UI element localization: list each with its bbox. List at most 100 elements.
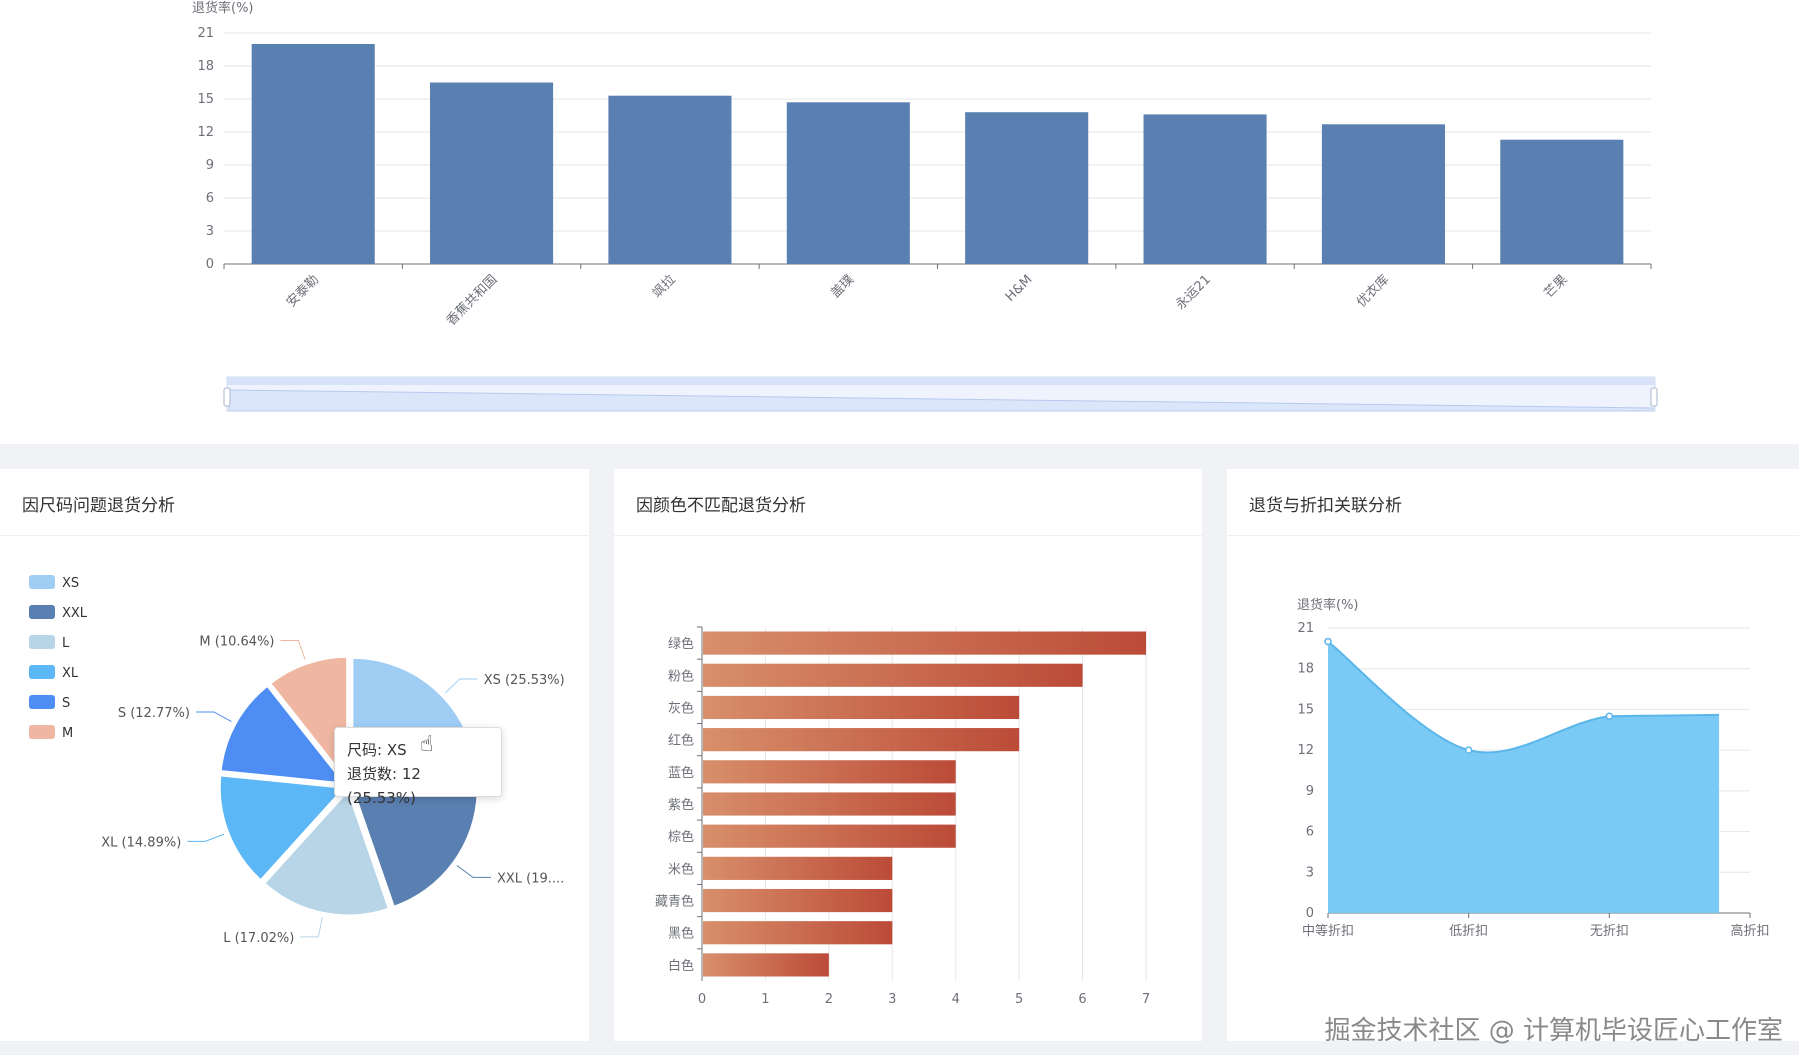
- y-tick-label: 3: [206, 224, 214, 239]
- pie-label-line: [444, 678, 478, 694]
- x-tick-label: 低折扣: [1449, 924, 1488, 939]
- x-tick-label: 4: [952, 992, 960, 1007]
- y-tick-label: 15: [197, 92, 214, 107]
- area-point-1: [1464, 746, 1473, 754]
- y-tick-label: 18: [1297, 662, 1314, 677]
- area-y-axis-label: 退货率(%): [1297, 597, 1359, 613]
- y-tick-label: 黑色: [668, 926, 694, 942]
- x-tick-label: 香蕉共和国: [444, 272, 501, 329]
- card-divider: [614, 535, 1202, 536]
- x-tick-label: 7: [1142, 992, 1150, 1007]
- legend-label: S: [62, 696, 70, 711]
- tooltip-line-size: 尺码: XS: [347, 741, 407, 759]
- y-tick-label: 藏青色: [655, 894, 694, 910]
- hbar-7: [703, 856, 893, 880]
- legend-label: L: [62, 636, 70, 651]
- y-tick-label: 蓝色: [668, 765, 694, 781]
- x-tick-label: 飒拉: [650, 272, 679, 301]
- y-tick-label: 白色: [668, 958, 694, 974]
- y-tick-label: 9: [1306, 784, 1314, 799]
- return-rate-bar-chart: 退货率(%) 安泰勒 香蕉共和国 飒拉 盖璞 H&M 永运21 优衣库 芒果 0 3 6 9 12 15…: [192, 0, 1658, 412]
- legend-label: M: [62, 726, 73, 741]
- x-tick-label: 1: [761, 992, 769, 1007]
- hbar-8: [703, 888, 893, 913]
- y-tick-label: 9: [206, 158, 214, 173]
- legend-swatch-m: [29, 725, 55, 739]
- pie-label: M (10.64%): [199, 635, 274, 650]
- watermark: 掘金技术社区 @ 计算机毕设匠心工作室: [1324, 1016, 1783, 1046]
- bar-3: [786, 102, 910, 264]
- hbar-1: [703, 663, 1083, 687]
- y-axis-label: 退货率(%): [192, 0, 254, 16]
- bar-2: [608, 95, 732, 264]
- y-tick-label: 粉色: [668, 668, 694, 684]
- discount-card-title: 退货与折扣关联分析: [1249, 496, 1402, 516]
- y-tick-label: 12: [197, 125, 214, 140]
- area-fill: [1328, 641, 1720, 913]
- tooltip-line-count: 退货数: 12 (25.53%): [347, 765, 421, 807]
- color-card-title: 因颜色不匹配退货分析: [636, 496, 806, 516]
- y-tick-label: 灰色: [668, 700, 694, 716]
- legend-swatch-xxl: [29, 605, 55, 619]
- data-zoom-right-handle[interactable]: [1650, 387, 1658, 407]
- hbar-6: [703, 824, 956, 848]
- bar-4: [965, 112, 1089, 264]
- color-hbar-chart: 绿色粉色灰色红色蓝色紫色棕色米色藏青色黑色白色 0 1 2 3 4 5 6 7: [655, 626, 1150, 1007]
- pie-label: L (17.02%): [223, 931, 294, 946]
- y-tick-label: 21: [197, 26, 214, 41]
- x-tick-label: 5: [1015, 992, 1023, 1007]
- discount-area-chart: 退货率(%) 0 3 6 9 12 15 18 21 中等折扣 低折扣 无折扣 高折扣: [1297, 597, 1770, 939]
- y-tick-label: 12: [1297, 743, 1314, 758]
- bar-7: [1500, 139, 1624, 264]
- pie-label-line: [300, 917, 323, 938]
- x-tick-label: 安泰勒: [284, 272, 322, 310]
- pie-label: XL (14.89%): [101, 835, 181, 850]
- pie-label-line: [195, 711, 232, 723]
- pie-label: S (12.77%): [118, 706, 190, 721]
- legend-swatch-xl: [29, 665, 55, 679]
- hbar-3: [703, 728, 1020, 752]
- x-tick-label: 中等折扣: [1302, 923, 1354, 939]
- y-tick-label: 3: [1306, 865, 1314, 880]
- return-rate-bar-panel: 退货率(%) 安泰勒 香蕉共和国 飒拉 盖璞 H&M 永运21 优衣库 芒果 0 3 6 9 12 15…: [0, 0, 1799, 444]
- pie-label-line: [280, 640, 306, 660]
- x-tick-label: 2: [825, 992, 833, 1007]
- y-tick-label: 15: [1297, 702, 1314, 717]
- y-tick-label: 6: [206, 191, 214, 206]
- legend-swatch-l: [29, 635, 55, 649]
- x-tick-label: H&M: [1003, 272, 1036, 305]
- x-tick-label: 高折扣: [1730, 923, 1769, 939]
- data-zoom-left-handle[interactable]: [223, 387, 231, 407]
- x-tick-label: 优衣库: [1353, 272, 1392, 311]
- y-tick-label: 棕色: [668, 829, 694, 845]
- bar-6: [1321, 124, 1445, 264]
- y-tick-label: 21: [1297, 621, 1314, 636]
- x-tick-label: 芒果: [1541, 272, 1571, 302]
- pie-label: XXL (19....: [497, 871, 564, 886]
- pie-label-line: [456, 865, 491, 878]
- y-tick-label: 18: [197, 59, 214, 74]
- area-point-2: [1605, 712, 1614, 720]
- y-tick-label: 红色: [668, 733, 694, 749]
- x-tick-label: 盖璞: [828, 272, 857, 301]
- x-tick-label: 无折扣: [1590, 924, 1629, 939]
- y-tick-label: 绿色: [668, 636, 694, 652]
- data-zoom-top-bar: [227, 377, 1655, 385]
- legend-swatch-s: [29, 695, 55, 709]
- legend-label: XXL: [62, 606, 88, 621]
- hbar-9: [703, 921, 893, 945]
- legend-label: XL: [62, 666, 79, 681]
- hbar-5: [703, 792, 956, 816]
- x-tick-label: 0: [698, 992, 706, 1007]
- hbar-4: [703, 760, 956, 784]
- x-tick-label: 永运21: [1173, 272, 1214, 313]
- data-zoom-slider[interactable]: [223, 376, 1658, 412]
- y-tick-label: 0: [1306, 906, 1314, 921]
- hbar-10: [703, 953, 829, 977]
- pie-tooltip: 尺码: XS 退货数: 12 (25.53%): [334, 727, 502, 807]
- legend-label: XS: [62, 576, 79, 591]
- legend-swatch-xs: [29, 575, 55, 589]
- bar-1: [430, 82, 554, 264]
- hbar-0: [703, 631, 1146, 655]
- pie-label-line: [187, 833, 225, 842]
